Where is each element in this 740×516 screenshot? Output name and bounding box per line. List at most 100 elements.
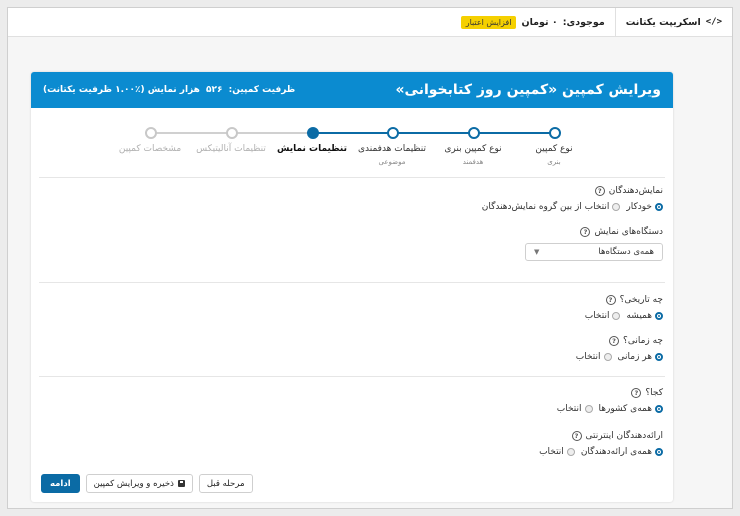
- previous-step-button[interactable]: مرحله قبل: [198, 474, 253, 493]
- campaign-capacity: ظرفیت کمپین: ۵۲۶ هزار نمایش (٪۱.۰۰ ظرفیت…: [43, 85, 295, 95]
- devices-label: دستگاه‌های نمایش: [594, 227, 663, 237]
- radio-label: همه‌ی کشورها: [598, 404, 652, 414]
- publishers-label-row: نمایش‌دهندگان ?: [482, 186, 663, 196]
- radio-dot[interactable]: [566, 448, 575, 456]
- page-title: ویرایش کمپین «کمپین روز کتابخوانی»: [395, 82, 662, 98]
- credit-label: موجودی:: [562, 16, 605, 28]
- step-4-label: تنظیمات نمایش: [277, 144, 347, 154]
- where-radios: همه‌ی کشورها انتخاب: [557, 404, 663, 414]
- isp-label: ارائه‌دهندگان اینترنتی: [585, 431, 664, 441]
- radio-label: انتخاب از بین گروه نمایش‌دهندگان: [481, 202, 610, 212]
- date-radios: همیشه انتخاب: [585, 311, 663, 321]
- where-label: کجا؟: [645, 388, 663, 398]
- radio-dot-selected[interactable]: [655, 448, 663, 456]
- divider: [39, 282, 665, 283]
- divider: [39, 177, 665, 178]
- devices-label-row: دستگاه‌های نمایش ?: [525, 227, 663, 237]
- devices-select-value: همه‌ی دستگاه‌ها: [598, 247, 654, 257]
- where-label-row: کجا؟ ?: [557, 388, 663, 398]
- date-label-row: چه تاریخی؟ ?: [585, 295, 663, 305]
- help-icon[interactable]: ?: [605, 295, 616, 305]
- help-icon[interactable]: ?: [594, 186, 605, 196]
- capacity-suffix: هزار نمایش (٪۱.۰۰ ظرفیت یکتانت): [43, 85, 200, 95]
- help-icon[interactable]: ?: [631, 388, 642, 398]
- radio-label: همیشه: [626, 311, 652, 321]
- isp-label-row: ارائه‌دهندگان اینترنتی ?: [539, 431, 663, 441]
- radio-time-any[interactable]: هر زمانی: [617, 352, 663, 362]
- radio-label: انتخاب: [539, 447, 564, 457]
- save-button-label: ذخیره و ویرایش کمپین: [93, 478, 174, 489]
- radio-dot-selected[interactable]: [655, 353, 663, 361]
- step-2-dot[interactable]: [468, 127, 480, 139]
- chevron-down-icon: ▼: [534, 248, 540, 256]
- step-2-sub: هدفمند: [462, 158, 484, 166]
- radio-label: همه‌ی ارائه‌دهندگان: [580, 447, 652, 457]
- capacity-value: ۵۲۶: [206, 85, 223, 95]
- step-3-dot[interactable]: [387, 127, 399, 139]
- radio-label: انتخاب: [575, 352, 601, 362]
- top-bar: </> اسکریپت یکتانت موجودی: ۰ تومان افزای…: [8, 8, 732, 37]
- radio-date-select[interactable]: انتخاب: [585, 311, 621, 321]
- credit-area: موجودی: ۰ تومان افزایش اعتبار: [451, 8, 615, 36]
- time-label: چه زمانی؟: [623, 336, 663, 346]
- code-icon: </>: [705, 17, 722, 27]
- devices-select[interactable]: همه‌ی دستگاه‌ها ▼: [525, 243, 663, 261]
- credit-value: ۰ تومان: [521, 16, 558, 28]
- radio-dot-selected[interactable]: [655, 203, 663, 211]
- isp-section: ارائه‌دهندگان اینترنتی ? همه‌ی ارائه‌دهن…: [539, 431, 663, 457]
- campaign-card: ویرایش کمپین «کمپین روز کتابخوانی» ظرفیت…: [31, 72, 673, 502]
- radio-time-select[interactable]: انتخاب: [576, 352, 612, 362]
- increase-credit-button[interactable]: افزایش اعتبار: [460, 15, 517, 29]
- step-1-dot[interactable]: [549, 127, 561, 139]
- capacity-label: ظرفیت کمپین:: [228, 85, 296, 95]
- radio-dot[interactable]: [612, 203, 621, 211]
- step-1-label: نوع کمپین: [535, 144, 573, 154]
- script-label: اسکریپت یکتانت: [625, 16, 701, 28]
- date-label: چه تاریخی؟: [619, 295, 663, 305]
- radio-label: خودکار: [626, 202, 652, 212]
- radio-label: انتخاب: [584, 311, 610, 321]
- radio-dot[interactable]: [584, 405, 593, 413]
- save-and-edit-button[interactable]: ذخیره و ویرایش کمپین: [85, 474, 193, 493]
- card-header: ویرایش کمپین «کمپین روز کتابخوانی» ظرفیت…: [31, 72, 673, 108]
- publishers-label: نمایش‌دهندگان: [608, 186, 663, 196]
- time-radios: هر زمانی انتخاب: [576, 352, 663, 362]
- stepper-line-done: [317, 132, 559, 134]
- step-6-label: مشخصات کمپین: [118, 144, 182, 154]
- continue-button[interactable]: ادامه: [41, 474, 80, 493]
- radio-dot[interactable]: [612, 312, 621, 320]
- app-frame: </> اسکریپت یکتانت موجودی: ۰ تومان افزای…: [7, 7, 733, 509]
- help-icon[interactable]: ?: [609, 336, 620, 346]
- help-icon[interactable]: ?: [580, 227, 591, 237]
- stepper: نوع کمپین بنری نوع کمپین بنری هدفمند تنظ…: [31, 120, 673, 170]
- step-3-sub: موضوعی: [378, 158, 406, 166]
- time-section: چه زمانی؟ ? هر زمانی انتخاب: [576, 336, 663, 362]
- step-1-sub: بنری: [547, 158, 561, 166]
- radio-isp-select[interactable]: انتخاب: [539, 447, 575, 457]
- publishers-section: نمایش‌دهندگان ? خودکار انتخاب از بین گرو…: [482, 186, 663, 212]
- radio-date-always[interactable]: همیشه: [626, 311, 663, 321]
- devices-section: دستگاه‌های نمایش ? همه‌ی دستگاه‌ها ▼: [525, 227, 663, 261]
- step-5-label: تنظیمات آنالیتیکس: [196, 144, 266, 154]
- radio-dot-selected[interactable]: [655, 405, 663, 413]
- script-link[interactable]: </> اسکریپت یکتانت: [614, 8, 732, 36]
- radio-publishers-group[interactable]: انتخاب از بین گروه نمایش‌دهندگان: [482, 202, 621, 212]
- radio-label: هر زمانی: [617, 352, 653, 362]
- radio-where-select[interactable]: انتخاب: [557, 404, 593, 414]
- date-section: چه تاریخی؟ ? همیشه انتخاب: [585, 295, 663, 321]
- time-label-row: چه زمانی؟ ?: [576, 336, 663, 346]
- isp-radios: همه‌ی ارائه‌دهندگان انتخاب: [539, 447, 663, 457]
- radio-dot[interactable]: [603, 353, 612, 361]
- radio-where-all[interactable]: همه‌ی کشورها: [599, 404, 663, 414]
- divider: [39, 376, 665, 377]
- radio-label: انتخاب: [556, 404, 582, 414]
- radio-dot-selected[interactable]: [655, 312, 663, 320]
- step-2-label: نوع کمپین بنری: [444, 144, 502, 154]
- help-icon[interactable]: ?: [571, 431, 582, 441]
- form-footer: ادامه ذخیره و ویرایش کمپین مرحله قبل: [41, 474, 253, 493]
- step-4-dot[interactable]: [307, 127, 319, 139]
- step-5-dot: [226, 127, 238, 139]
- radio-isp-all[interactable]: همه‌ی ارائه‌دهندگان: [581, 447, 663, 457]
- radio-publishers-auto[interactable]: خودکار: [626, 202, 663, 212]
- where-section: کجا؟ ? همه‌ی کشورها انتخاب: [557, 388, 663, 414]
